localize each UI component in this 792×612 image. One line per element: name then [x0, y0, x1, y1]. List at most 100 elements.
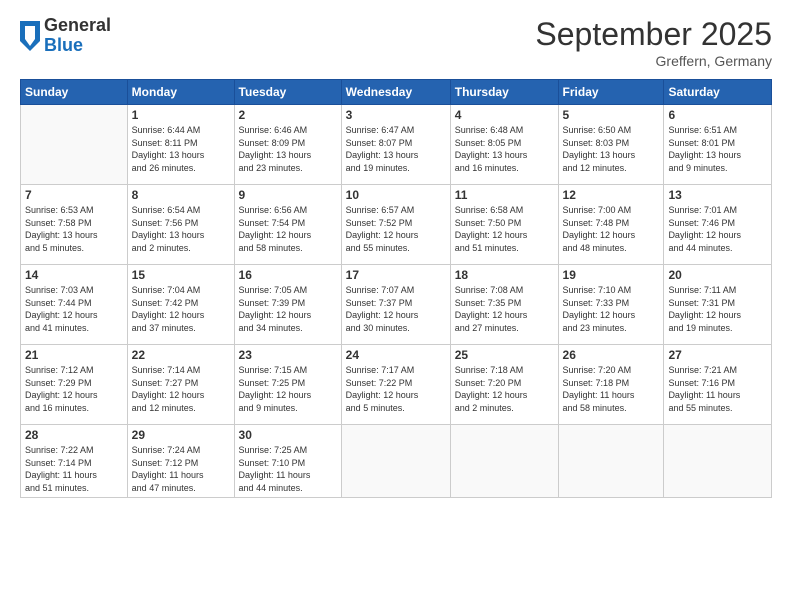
day-number: 16 — [239, 268, 337, 282]
calendar-row: 7 Sunrise: 6:53 AM Sunset: 7:58 PM Daylig… — [21, 185, 772, 265]
day-number: 2 — [239, 108, 337, 122]
table-cell: 18Sunrise: 7:08 AM Sunset: 7:35 PM Dayli… — [450, 265, 558, 345]
col-header-tuesday: Tuesday — [234, 80, 341, 105]
table-cell: 4Sunrise: 6:48 AM Sunset: 8:05 PM Daylig… — [450, 105, 558, 185]
calendar-row: 1 Sunrise: 6:44 AM Sunset: 8:11 PM Daylig… — [21, 105, 772, 185]
table-cell: 11 Sunrise: 6:58 AM Sunset: 7:50 PM Dayli… — [450, 185, 558, 265]
month-title: September 2025 — [535, 16, 772, 53]
day-number: 13 — [668, 188, 767, 202]
table-cell: 9Sunrise: 6:56 AM Sunset: 7:54 PM Daylig… — [234, 185, 341, 265]
location: Greffern, Germany — [535, 53, 772, 69]
day-number: 26 — [563, 348, 660, 362]
table-cell: 13 Sunrise: 7:01 AM Sunset: 7:46 PM Dayli… — [664, 185, 772, 265]
table-cell: 8Sunrise: 6:54 AM Sunset: 7:56 PM Daylig… — [127, 185, 234, 265]
day-number: 10 — [346, 188, 446, 202]
day-info: Sunrise: 7:21 AM Sunset: 7:16 PM Dayligh… — [668, 365, 740, 413]
table-cell: 23Sunrise: 7:15 AM Sunset: 7:25 PM Dayli… — [234, 345, 341, 425]
day-info: Sunrise: 6:57 AM Sunset: 7:52 PM Dayligh… — [346, 205, 419, 253]
table-cell: 27 Sunrise: 7:21 AM Sunset: 7:16 PM Dayli… — [664, 345, 772, 425]
day-number: 22 — [132, 348, 230, 362]
day-info: Sunrise: 7:04 AM Sunset: 7:42 PM Dayligh… — [132, 285, 205, 333]
day-number: 15 — [132, 268, 230, 282]
table-cell: 20 Sunrise: 7:11 AM Sunset: 7:31 PM Dayli… — [664, 265, 772, 345]
day-number: 25 — [455, 348, 554, 362]
table-cell: 24Sunrise: 7:17 AM Sunset: 7:22 PM Dayli… — [341, 345, 450, 425]
col-header-sunday: Sunday — [21, 80, 128, 105]
day-number: 19 — [563, 268, 660, 282]
calendar-header-row: Sunday Monday Tuesday Wednesday Thursday… — [21, 80, 772, 105]
day-info: Sunrise: 7:11 AM Sunset: 7:31 PM Dayligh… — [668, 285, 741, 333]
logo-icon — [20, 21, 40, 51]
day-number: 14 — [25, 268, 123, 282]
header: General Blue September 2025 Greffern, Ge… — [20, 16, 772, 69]
table-cell: 25 Sunrise: 7:18 AM Sunset: 7:20 PM Dayli… — [450, 345, 558, 425]
day-info: Sunrise: 7:07 AM Sunset: 7:37 PM Dayligh… — [346, 285, 419, 333]
calendar-row: 14 Sunrise: 7:03 AM Sunset: 7:44 PM Dayli… — [21, 265, 772, 345]
day-info: Sunrise: 6:58 AM Sunset: 7:50 PM Dayligh… — [455, 205, 528, 253]
table-cell: 21 Sunrise: 7:12 AM Sunset: 7:29 PM Dayli… — [21, 345, 128, 425]
table-cell: 5Sunrise: 6:50 AM Sunset: 8:03 PM Daylig… — [558, 105, 664, 185]
day-number: 30 — [239, 428, 337, 442]
table-cell: 7 Sunrise: 6:53 AM Sunset: 7:58 PM Daylig… — [21, 185, 128, 265]
table-cell: 10 Sunrise: 6:57 AM Sunset: 7:52 PM Dayli… — [341, 185, 450, 265]
table-cell: 29Sunrise: 7:24 AM Sunset: 7:12 PM Dayli… — [127, 425, 234, 498]
day-info: Sunrise: 7:10 AM Sunset: 7:33 PM Dayligh… — [563, 285, 636, 333]
day-number: 17 — [346, 268, 446, 282]
day-number: 21 — [25, 348, 123, 362]
col-header-saturday: Saturday — [664, 80, 772, 105]
day-info: Sunrise: 7:03 AM Sunset: 7:44 PM Dayligh… — [25, 285, 98, 333]
logo-general-text: General — [44, 16, 111, 36]
table-cell: 22 Sunrise: 7:14 AM Sunset: 7:27 PM Dayli… — [127, 345, 234, 425]
logo-blue-text: Blue — [44, 36, 111, 56]
day-number: 27 — [668, 348, 767, 362]
day-info: Sunrise: 6:51 AM Sunset: 8:01 PM Dayligh… — [668, 125, 741, 173]
title-block: September 2025 Greffern, Germany — [535, 16, 772, 69]
day-info: Sunrise: 7:22 AM Sunset: 7:14 PM Dayligh… — [25, 445, 97, 493]
day-number: 29 — [132, 428, 230, 442]
table-cell — [450, 425, 558, 498]
logo-text: General Blue — [44, 16, 111, 56]
day-info: Sunrise: 6:46 AM Sunset: 8:09 PM Dayligh… — [239, 125, 312, 173]
day-info: Sunrise: 6:47 AM Sunset: 8:07 PM Dayligh… — [346, 125, 419, 173]
table-cell: 15 Sunrise: 7:04 AM Sunset: 7:42 PM Dayli… — [127, 265, 234, 345]
table-cell — [558, 425, 664, 498]
day-info: Sunrise: 7:20 AM Sunset: 7:18 PM Dayligh… — [563, 365, 635, 413]
table-cell: 6 Sunrise: 6:51 AM Sunset: 8:01 PM Daylig… — [664, 105, 772, 185]
day-number: 24 — [346, 348, 446, 362]
table-cell: 1 Sunrise: 6:44 AM Sunset: 8:11 PM Daylig… — [127, 105, 234, 185]
day-number: 9 — [239, 188, 337, 202]
day-info: Sunrise: 6:50 AM Sunset: 8:03 PM Dayligh… — [563, 125, 636, 173]
col-header-thursday: Thursday — [450, 80, 558, 105]
day-info: Sunrise: 6:48 AM Sunset: 8:05 PM Dayligh… — [455, 125, 528, 173]
table-cell: 3Sunrise: 6:47 AM Sunset: 8:07 PM Daylig… — [341, 105, 450, 185]
day-info: Sunrise: 7:05 AM Sunset: 7:39 PM Dayligh… — [239, 285, 312, 333]
day-number: 8 — [132, 188, 230, 202]
day-number: 20 — [668, 268, 767, 282]
day-number: 1 — [132, 108, 230, 122]
table-cell: 2 Sunrise: 6:46 AM Sunset: 8:09 PM Daylig… — [234, 105, 341, 185]
day-info: Sunrise: 6:44 AM Sunset: 8:11 PM Dayligh… — [132, 125, 205, 173]
col-header-friday: Friday — [558, 80, 664, 105]
calendar-row: 28 Sunrise: 7:22 AM Sunset: 7:14 PM Dayli… — [21, 425, 772, 498]
day-info: Sunrise: 7:14 AM Sunset: 7:27 PM Dayligh… — [132, 365, 205, 413]
day-number: 6 — [668, 108, 767, 122]
day-number: 28 — [25, 428, 123, 442]
table-cell: 12Sunrise: 7:00 AM Sunset: 7:48 PM Dayli… — [558, 185, 664, 265]
calendar-row: 21 Sunrise: 7:12 AM Sunset: 7:29 PM Dayli… — [21, 345, 772, 425]
day-info: Sunrise: 7:01 AM Sunset: 7:46 PM Dayligh… — [668, 205, 741, 253]
day-info: Sunrise: 7:25 AM Sunset: 7:10 PM Dayligh… — [239, 445, 311, 493]
table-cell: 17 Sunrise: 7:07 AM Sunset: 7:37 PM Dayli… — [341, 265, 450, 345]
table-cell: 28 Sunrise: 7:22 AM Sunset: 7:14 PM Dayli… — [21, 425, 128, 498]
day-info: Sunrise: 7:18 AM Sunset: 7:20 PM Dayligh… — [455, 365, 528, 413]
table-cell: 26 Sunrise: 7:20 AM Sunset: 7:18 PM Dayli… — [558, 345, 664, 425]
day-number: 7 — [25, 188, 123, 202]
table-cell: 30 Sunrise: 7:25 AM Sunset: 7:10 PM Dayli… — [234, 425, 341, 498]
day-number: 11 — [455, 188, 554, 202]
day-number: 23 — [239, 348, 337, 362]
day-info: Sunrise: 7:12 AM Sunset: 7:29 PM Dayligh… — [25, 365, 98, 413]
table-cell — [341, 425, 450, 498]
calendar-table: Sunday Monday Tuesday Wednesday Thursday… — [20, 79, 772, 498]
day-info: Sunrise: 6:53 AM Sunset: 7:58 PM Dayligh… — [25, 205, 98, 253]
table-cell: 19 Sunrise: 7:10 AM Sunset: 7:33 PM Dayli… — [558, 265, 664, 345]
table-cell — [664, 425, 772, 498]
